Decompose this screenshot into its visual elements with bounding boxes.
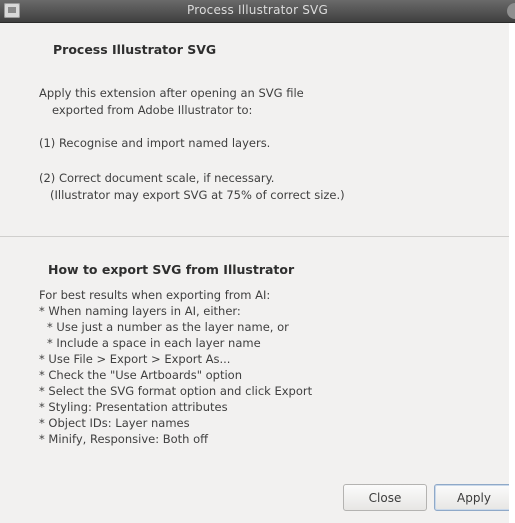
instruction-line: * Include a space in each layer name bbox=[47, 336, 261, 350]
intro-line: Apply this extension after opening an SV… bbox=[39, 86, 304, 100]
howto-heading: How to export SVG from Illustrator bbox=[48, 262, 295, 277]
instruction-line: * Use File > Export > Export As... bbox=[39, 352, 231, 366]
extension-dialog: Process Illustrator SVG Process Illustra… bbox=[0, 0, 515, 523]
close-button[interactable]: Close bbox=[343, 484, 427, 511]
title-bar[interactable]: Process Illustrator SVG bbox=[0, 0, 515, 23]
apply-button[interactable]: Apply bbox=[434, 484, 514, 511]
howto-section: How to export SVG from Illustrator For b… bbox=[0, 238, 509, 458]
instruction-line: * When naming layers in AI, either: bbox=[39, 304, 241, 318]
section-divider bbox=[0, 236, 509, 237]
instruction-line: For best results when exporting from AI: bbox=[39, 288, 271, 302]
intro-line: exported from Adobe Illustrator to: bbox=[52, 103, 253, 117]
window-title: Process Illustrator SVG bbox=[187, 3, 328, 17]
feature-item: (2) Correct document scale, if necessary… bbox=[39, 171, 275, 185]
instruction-line: * Minify, Responsive: Both off bbox=[39, 432, 209, 446]
about-section: Process Illustrator SVG Apply this exten… bbox=[0, 23, 509, 236]
feature-note: (Illustrator may export SVG at 75% of co… bbox=[50, 188, 345, 202]
instruction-line: * Use just a number as the layer name, o… bbox=[47, 320, 289, 334]
instruction-line: * Styling: Presentation attributes bbox=[39, 400, 228, 414]
about-heading: Process Illustrator SVG bbox=[53, 42, 217, 57]
instruction-line: * Object IDs: Layer names bbox=[39, 416, 190, 430]
instruction-line: * Check the "Use Artboards" option bbox=[39, 368, 243, 382]
instruction-line: * Select the SVG format option and click… bbox=[39, 384, 313, 398]
window-edge bbox=[509, 23, 515, 523]
feature-item: (1) Recognise and import named layers. bbox=[39, 136, 271, 150]
